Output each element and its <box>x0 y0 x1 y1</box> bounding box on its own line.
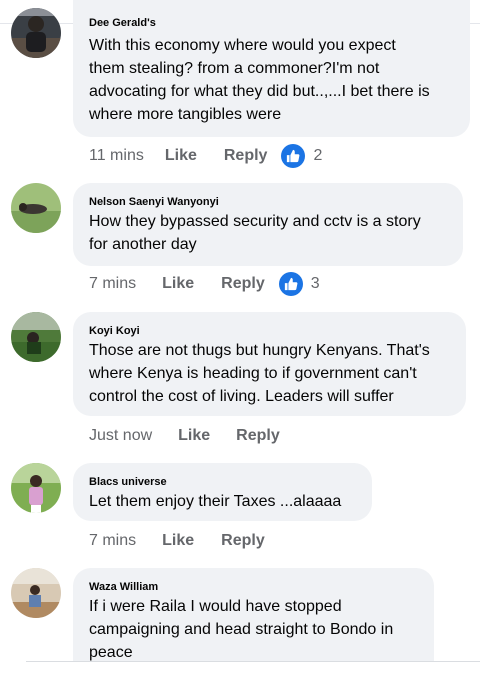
comment-text-line: where more tangibles were <box>89 106 282 123</box>
like-button[interactable]: Like <box>178 427 210 445</box>
divider <box>26 661 480 662</box>
avatar[interactable] <box>11 312 61 362</box>
reply-button[interactable]: Reply <box>221 532 265 550</box>
comment-text-line: If i were Raila I would have stopped <box>89 598 342 615</box>
comment-author[interactable]: Dee Gerald's <box>89 18 454 28</box>
comment-bubble: Koyi Koyi Those are not thugs but hungry… <box>73 312 466 416</box>
comment-text-line: Those are not thugs but hungry Kenyans. … <box>89 342 430 359</box>
avatar[interactable] <box>11 463 61 513</box>
reaction-summary[interactable]: 2 <box>281 144 322 168</box>
reaction-count: 2 <box>313 147 323 164</box>
reaction-summary[interactable]: 3 <box>278 272 320 296</box>
avatar[interactable] <box>11 568 61 618</box>
comment-bubble: Waza William If i were Raila I would hav… <box>73 568 434 661</box>
avatar[interactable] <box>11 8 61 58</box>
comment-author[interactable]: Waza William <box>89 580 418 594</box>
avatar[interactable] <box>11 183 61 233</box>
comment-text-line: Let them enjoy their Taxes ...alaaaa <box>89 493 342 510</box>
comment-author[interactable]: Nelson Saenyi Wanyonyi <box>89 195 447 209</box>
comment-text-line: for another day <box>89 236 197 253</box>
comment-text-line: where Kenya is heading to if government … <box>89 365 417 382</box>
comment-bubble: Blacs universe Let them enjoy their Taxe… <box>73 463 372 521</box>
reply-button[interactable]: Reply <box>224 147 268 165</box>
reply-button[interactable]: Reply <box>236 427 280 445</box>
like-icon <box>281 144 306 168</box>
comment-timestamp: 11 mins <box>89 147 144 164</box>
comment-text-line: control the cost of living. Leaders will… <box>89 388 394 405</box>
like-button[interactable]: Like <box>165 147 197 165</box>
comment-text-line: How they bypassed security and cctv is a… <box>89 213 421 230</box>
comment-actions: 7 mins Like Reply <box>89 529 265 553</box>
comment-text-line: campaigning and head straight to Bondo i… <box>89 621 394 638</box>
comment-text-line: With this economy where would you expect <box>89 37 396 54</box>
comment-actions: 11 mins Like Reply 2 <box>89 144 322 168</box>
comment-bubble: Nelson Saenyi Wanyonyi How they bypassed… <box>73 183 463 266</box>
like-button[interactable]: Like <box>162 532 194 550</box>
comment-text-line: them stealing? from a commoner?I'm not <box>89 60 380 77</box>
comment-timestamp: 7 mins <box>89 275 137 292</box>
comment-author[interactable]: Blacs universe <box>89 475 356 489</box>
comment-actions: 7 mins Like Reply 3 <box>89 272 320 296</box>
comment-author[interactable]: Koyi Koyi <box>89 324 450 338</box>
comment-text-line: advocating for what they did but..,...I … <box>89 83 430 100</box>
reply-button[interactable]: Reply <box>221 275 265 293</box>
comment-timestamp: Just now <box>89 427 153 444</box>
comment-actions: Just now Like Reply <box>89 424 280 448</box>
comment-timestamp: 7 mins <box>89 532 137 549</box>
like-button[interactable]: Like <box>162 275 194 293</box>
reaction-count: 3 <box>310 275 320 292</box>
comment-bubble: Dee Gerald's With this economy where wou… <box>73 0 470 137</box>
like-icon <box>278 272 303 296</box>
